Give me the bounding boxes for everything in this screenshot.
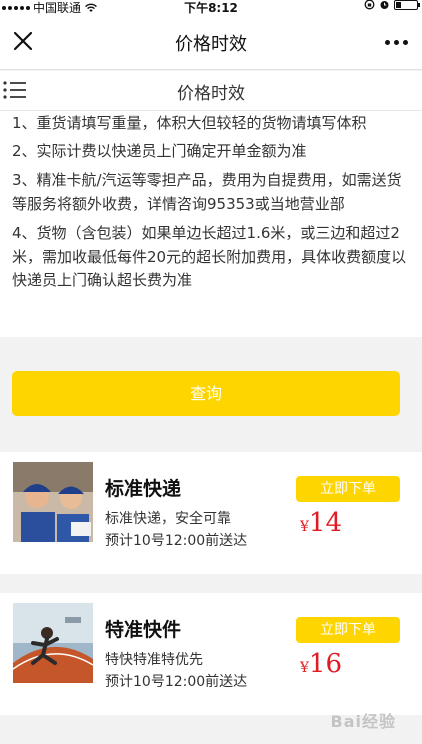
sub-header: 价格时效 [0, 71, 422, 111]
card-divider [0, 574, 422, 593]
nav-bar: 价格时效 [0, 14, 422, 70]
price-value: 14 [308, 508, 343, 538]
rotation-lock-icon [364, 0, 375, 10]
query-button[interactable]: 查询 [12, 371, 400, 416]
notes-section: 1、重货请填写重量，体积大但较轻的货物请填写体积 2、实际计费以快递员上门确定开… [0, 111, 422, 337]
product-name: 特准快件 [105, 619, 182, 641]
runner-photo [13, 603, 93, 683]
note-item: 2、实际计费以快递员上门确定开单金额为准 [12, 141, 307, 160]
product-card-express[interactable]: 特准快件 特快特准特优先 预计10号12:00前送达 立即下单 ¥16 [0, 593, 422, 715]
status-right [364, 0, 420, 10]
order-now-button[interactable]: 立即下单 [296, 617, 400, 643]
more-options-icon[interactable] [385, 40, 408, 45]
alarm-icon [380, 1, 389, 9]
currency-symbol: ¥ [300, 519, 309, 535]
sub-header-title: 价格时效 [177, 84, 245, 104]
product-eta: 预计10号12:00前送达 [105, 533, 248, 549]
order-now-button[interactable]: 立即下单 [296, 476, 400, 502]
page-title: 价格时效 [175, 34, 247, 55]
product-card-standard[interactable]: 标准快递 标准快递，安全可靠 预计10号12:00前送达 立即下单 ¥14 [0, 452, 422, 574]
product-name: 标准快递 [105, 478, 182, 500]
currency-symbol: ¥ [300, 660, 309, 676]
price-value: 16 [308, 649, 343, 679]
watermark: Bai经验 [330, 712, 396, 731]
product-desc: 标准快递，安全可靠 [105, 511, 231, 527]
product-price: ¥16 [300, 649, 342, 679]
battery-icon [394, 0, 420, 10]
status-bar: 中国联通 下午8:12 [0, 0, 422, 15]
note-item: 1、重货请填写重量，体积大但较轻的货物请填写体积 [12, 114, 367, 132]
product-price: ¥14 [300, 508, 342, 538]
courier-photo [13, 462, 93, 542]
query-area: 查询 [0, 337, 422, 451]
product-eta: 预计10号12:00前送达 [105, 674, 248, 690]
note-item: 3、精准卡航/汽运等零担产品，费用为自提费用，如需送货等服务将额外收费，详情咨询… [12, 171, 402, 213]
note-item: 4、货物（含包装）如果单边长超过1.6米，或三边和超过2米，需加收最低每件20元… [12, 224, 407, 289]
product-desc: 特快特准特优先 [105, 652, 203, 668]
